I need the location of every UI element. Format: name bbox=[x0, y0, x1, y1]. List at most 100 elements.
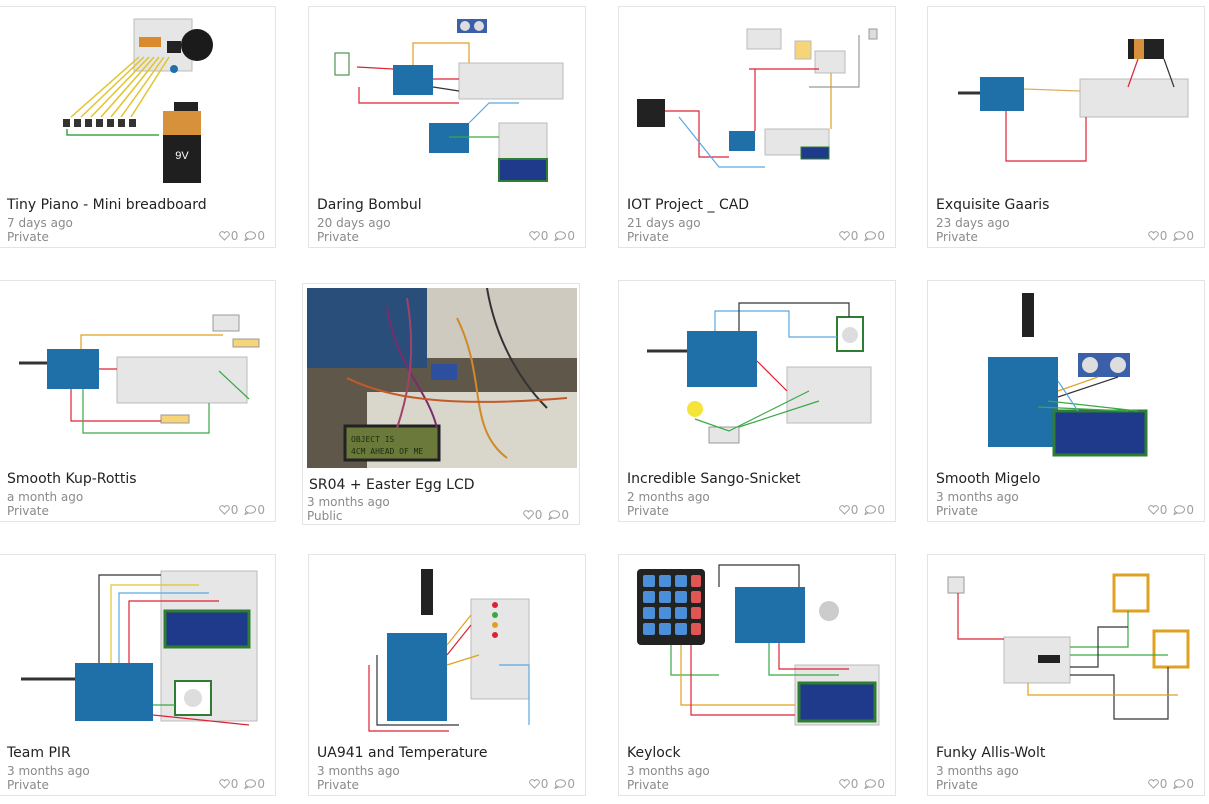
likes[interactable]: 0 bbox=[838, 229, 858, 243]
project-thumbnail[interactable] bbox=[0, 281, 275, 469]
comments[interactable]: 0 bbox=[554, 229, 575, 243]
comments[interactable]: 0 bbox=[244, 229, 265, 243]
project-stats: 0 0 bbox=[528, 229, 575, 243]
project-stats: 0 0 bbox=[1147, 229, 1194, 243]
project-title[interactable]: Smooth Migelo bbox=[936, 471, 1040, 487]
comments[interactable]: 0 bbox=[1173, 503, 1194, 517]
project-visibility: Public bbox=[307, 509, 343, 523]
project-thumbnail[interactable]: OBJECT IS 4CM AHEAD OF ME bbox=[307, 288, 577, 468]
comment-icon bbox=[244, 779, 257, 789]
heart-icon bbox=[838, 779, 850, 789]
project-card[interactable]: Keylock 3 months ago Private 0 0 bbox=[618, 554, 896, 796]
project-card[interactable]: Smooth Migelo 3 months ago Private 0 0 bbox=[927, 280, 1205, 522]
likes[interactable]: 0 bbox=[838, 503, 858, 517]
likes-count: 0 bbox=[540, 229, 549, 243]
project-title[interactable]: IOT Project _ CAD bbox=[627, 197, 749, 213]
project-thumbnail[interactable] bbox=[928, 7, 1204, 195]
project-thumbnail[interactable] bbox=[309, 7, 585, 195]
heart-icon bbox=[218, 779, 230, 789]
project-card[interactable]: UA941 and Temperature 3 months ago Priva… bbox=[308, 554, 586, 796]
comment-icon bbox=[864, 505, 877, 515]
project-visibility: Private bbox=[7, 778, 49, 792]
likes[interactable]: 0 bbox=[1147, 777, 1167, 791]
project-age: 3 months ago bbox=[627, 764, 710, 778]
project-card[interactable]: Incredible Sango-Snicket 2 months ago Pr… bbox=[618, 280, 896, 522]
comment-icon bbox=[548, 510, 561, 520]
project-card[interactable]: Exquisite Gaaris 23 days ago Private 0 0 bbox=[927, 6, 1205, 248]
project-thumbnail[interactable] bbox=[619, 555, 895, 743]
project-title[interactable]: Tiny Piano - Mini breadboard bbox=[7, 197, 207, 213]
project-title[interactable]: Team PIR bbox=[7, 745, 71, 761]
likes[interactable]: 0 bbox=[528, 229, 549, 243]
project-stats: 0 0 bbox=[522, 508, 569, 522]
project-stats: 0 0 bbox=[838, 229, 885, 243]
project-thumbnail[interactable] bbox=[928, 555, 1204, 743]
project-visibility: Private bbox=[7, 504, 49, 518]
project-card[interactable]: Daring Bombul 20 days ago Private 0 0 bbox=[308, 6, 586, 248]
project-thumbnail[interactable] bbox=[619, 7, 895, 195]
comments-count: 0 bbox=[877, 503, 885, 517]
comments[interactable]: 0 bbox=[548, 508, 569, 522]
likes-count: 0 bbox=[1159, 229, 1168, 243]
project-age: 3 months ago bbox=[936, 764, 1019, 778]
project-title[interactable]: Funky Allis-Wolt bbox=[936, 745, 1045, 761]
project-visibility: Private bbox=[317, 230, 359, 244]
project-title[interactable]: SR04 + Easter Egg LCD bbox=[309, 477, 475, 493]
comment-icon bbox=[1173, 505, 1186, 515]
comments[interactable]: 0 bbox=[244, 777, 265, 791]
likes[interactable]: 0 bbox=[218, 229, 238, 243]
likes[interactable]: 0 bbox=[528, 777, 548, 791]
project-title[interactable]: Daring Bombul bbox=[317, 197, 422, 213]
heart-icon bbox=[528, 779, 540, 789]
heart-icon bbox=[838, 505, 850, 515]
project-thumbnail[interactable] bbox=[309, 555, 585, 743]
project-title[interactable]: Keylock bbox=[627, 745, 681, 761]
comments[interactable]: 0 bbox=[554, 777, 575, 791]
comments[interactable]: 0 bbox=[1173, 229, 1194, 243]
comments-count: 0 bbox=[877, 777, 885, 791]
comment-icon bbox=[864, 779, 877, 789]
project-thumbnail[interactable] bbox=[928, 281, 1204, 469]
comments[interactable]: 0 bbox=[864, 503, 885, 517]
likes-count: 0 bbox=[534, 508, 543, 522]
project-title[interactable]: UA941 and Temperature bbox=[317, 745, 487, 761]
comments[interactable]: 0 bbox=[244, 503, 265, 517]
project-card[interactable]: Funky Allis-Wolt 3 months ago Private 0 … bbox=[927, 554, 1205, 796]
heart-icon bbox=[218, 505, 230, 515]
project-age: 20 days ago bbox=[317, 216, 391, 230]
lcd-line-2: 4CM AHEAD OF ME bbox=[351, 447, 423, 456]
project-thumbnail[interactable]: 9V bbox=[0, 7, 275, 195]
comments[interactable]: 0 bbox=[1173, 777, 1194, 791]
comments-count: 0 bbox=[561, 508, 569, 522]
comments-count: 0 bbox=[877, 229, 885, 243]
comments-count: 0 bbox=[1186, 503, 1194, 517]
project-card[interactable]: IOT Project _ CAD 21 days ago Private 0 … bbox=[618, 6, 896, 248]
comments[interactable]: 0 bbox=[864, 777, 885, 791]
likes[interactable]: 0 bbox=[218, 503, 239, 517]
heart-icon bbox=[838, 231, 850, 241]
likes[interactable]: 0 bbox=[1147, 503, 1167, 517]
project-card[interactable]: OBJECT IS 4CM AHEAD OF ME SR04 + Easter … bbox=[302, 283, 580, 525]
likes-count: 0 bbox=[230, 503, 239, 517]
comments-count: 0 bbox=[567, 229, 575, 243]
project-thumbnail[interactable] bbox=[619, 281, 895, 469]
project-title[interactable]: Exquisite Gaaris bbox=[936, 197, 1049, 213]
likes[interactable]: 0 bbox=[838, 777, 858, 791]
comment-icon bbox=[1173, 779, 1186, 789]
project-title[interactable]: Incredible Sango-Snicket bbox=[627, 471, 801, 487]
project-stats: 0 0 bbox=[838, 503, 885, 517]
project-thumbnail[interactable] bbox=[0, 555, 275, 743]
project-age: 3 months ago bbox=[936, 490, 1019, 504]
project-stats: 0 0 bbox=[218, 777, 265, 791]
project-title[interactable]: Smooth Kup-Rottis bbox=[7, 471, 137, 487]
likes[interactable]: 0 bbox=[218, 777, 238, 791]
project-card[interactable]: 9V Tiny Piano - Mini breadboard 7 days a… bbox=[0, 6, 276, 248]
project-card[interactable]: Smooth Kup-Rottis a month ago Private 0 … bbox=[0, 280, 276, 522]
project-stats: 0 0 bbox=[838, 777, 885, 791]
likes[interactable]: 0 bbox=[522, 508, 543, 522]
project-card[interactable]: Team PIR 3 months ago Private 0 0 bbox=[0, 554, 276, 796]
likes[interactable]: 0 bbox=[1147, 229, 1168, 243]
project-age: 23 days ago bbox=[936, 216, 1010, 230]
project-visibility: Private bbox=[317, 778, 359, 792]
comments[interactable]: 0 bbox=[864, 229, 885, 243]
